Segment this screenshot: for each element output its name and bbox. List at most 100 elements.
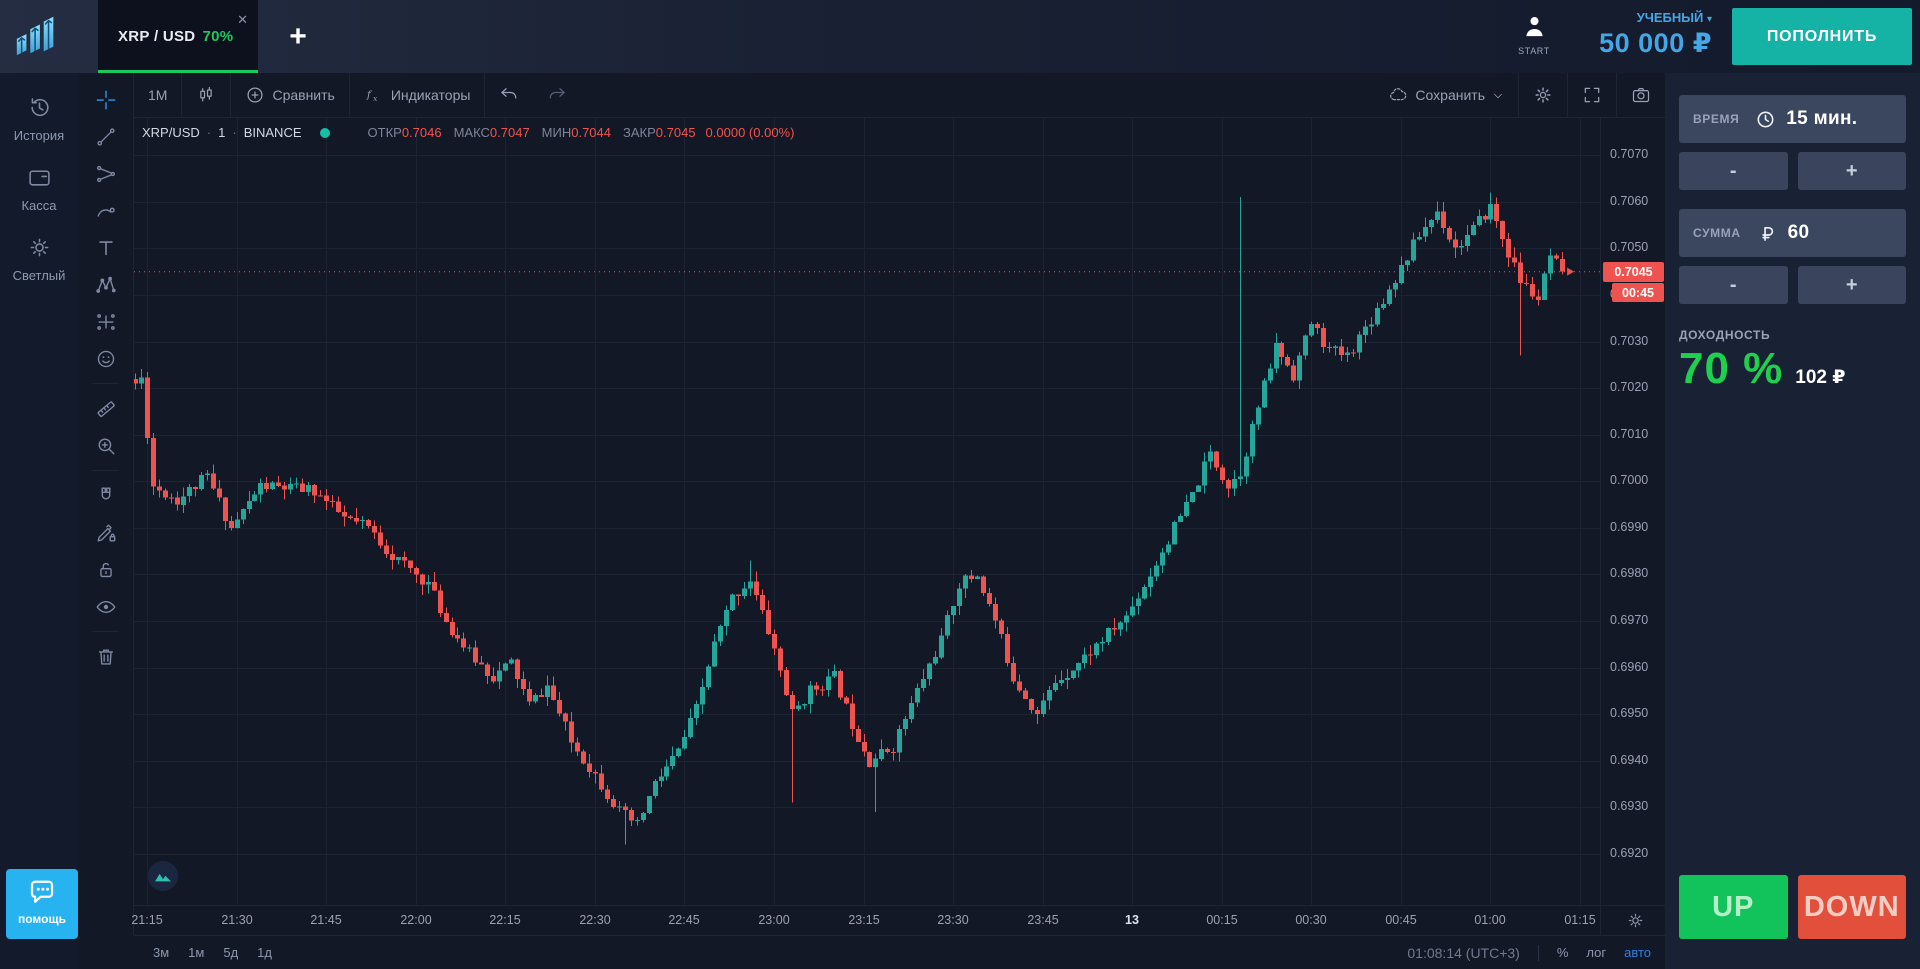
range-5d-button[interactable]: 5д bbox=[223, 945, 238, 960]
time-tick-label: 22:00 bbox=[400, 913, 431, 927]
snapshot-button[interactable] bbox=[1617, 73, 1665, 118]
brush-icon bbox=[95, 200, 117, 222]
watermark-button[interactable] bbox=[148, 861, 178, 891]
tool-draw-mode[interactable] bbox=[78, 514, 134, 551]
down-button[interactable]: DOWN bbox=[1798, 875, 1907, 939]
payout-percent: 70 % bbox=[1679, 347, 1783, 391]
amount-field-value: 60 bbox=[1788, 222, 1810, 244]
legend-separator: · bbox=[207, 125, 211, 140]
tool-eye[interactable] bbox=[78, 588, 134, 625]
tool-magnet[interactable] bbox=[78, 477, 134, 514]
amount-plus-button[interactable]: + bbox=[1798, 266, 1907, 304]
price-tick-label: 0.7030 bbox=[1610, 334, 1648, 348]
amount-stepper: - + bbox=[1679, 266, 1906, 304]
chart-type-button[interactable] bbox=[182, 73, 230, 118]
price-axis[interactable]: 0.7045 00:45 0.70700.70600.70500.70400.7… bbox=[1600, 118, 1665, 905]
price-tick-label: 0.7050 bbox=[1610, 240, 1648, 254]
time-minus-button[interactable]: - bbox=[1679, 152, 1788, 190]
sidebar-item-theme[interactable]: Светлый bbox=[0, 235, 78, 283]
tool-zoom-in[interactable] bbox=[78, 427, 134, 464]
emoji-icon bbox=[95, 348, 117, 370]
sidebar-item-history[interactable]: История bbox=[0, 95, 78, 143]
legend-exchange: BINANCE bbox=[244, 125, 302, 140]
ruler-icon bbox=[95, 398, 117, 420]
chevron-down-icon: ▾ bbox=[1707, 14, 1712, 25]
forecast-icon bbox=[95, 311, 117, 333]
tool-xabcd-pattern[interactable] bbox=[78, 266, 134, 303]
range-1d-button[interactable]: 1д bbox=[257, 945, 272, 960]
axis-settings-button[interactable] bbox=[1626, 911, 1645, 930]
app-logo[interactable] bbox=[12, 11, 62, 61]
time-tick-label: 23:00 bbox=[758, 913, 789, 927]
undo-button[interactable] bbox=[485, 73, 533, 118]
ruble-icon bbox=[1757, 223, 1778, 244]
tool-text[interactable] bbox=[78, 229, 134, 266]
history-icon bbox=[27, 95, 52, 120]
plus-circle-icon bbox=[245, 85, 265, 105]
fullscreen-button[interactable] bbox=[1568, 73, 1616, 118]
percent-scale-button[interactable]: % bbox=[1557, 945, 1569, 960]
tool-lock[interactable] bbox=[78, 551, 134, 588]
time-tick-label: 00:30 bbox=[1295, 913, 1326, 927]
svg-text:x: x bbox=[373, 94, 378, 103]
up-button[interactable]: UP bbox=[1679, 875, 1788, 939]
sidebar-item-label: История bbox=[0, 128, 78, 143]
legend-separator: · bbox=[232, 125, 236, 140]
close-label: ЗАКР bbox=[623, 125, 656, 140]
trash-icon bbox=[95, 646, 117, 668]
time-axis[interactable]: 21:1521:3021:4522:0022:1522:3022:4523:00… bbox=[134, 905, 1665, 935]
tool-ruler[interactable] bbox=[78, 390, 134, 427]
auto-scale-button[interactable]: авто bbox=[1624, 945, 1651, 960]
connection-status-dot bbox=[320, 128, 330, 138]
sidebar-item-cashier[interactable]: Касса bbox=[0, 165, 78, 213]
candlestick-plot[interactable] bbox=[134, 118, 1600, 905]
high-value: 0.7047 bbox=[490, 125, 530, 140]
account-switcher[interactable]: УЧЕБНЫЙ ▾ 50 000 ₽ bbox=[1562, 10, 1712, 59]
range-1m-button[interactable]: 1м bbox=[188, 945, 204, 960]
amount-minus-button[interactable]: - bbox=[1679, 266, 1788, 304]
time-stepper: - + bbox=[1679, 152, 1906, 190]
cloud-icon bbox=[1388, 85, 1408, 105]
tab-symbol: XRP / USD bbox=[118, 28, 195, 45]
text-icon bbox=[95, 237, 117, 259]
interval-button[interactable]: 1М bbox=[134, 73, 181, 118]
tool-trend-line[interactable] bbox=[78, 118, 134, 155]
amount-field-label: СУММА bbox=[1693, 226, 1741, 240]
tab-xrp-usd[interactable]: XRP / USD 70% ✕ bbox=[98, 0, 258, 73]
time-tick-label: 01:15 bbox=[1564, 913, 1595, 927]
tool-brush[interactable] bbox=[78, 192, 134, 229]
deposit-button[interactable]: ПОПОЛНИТЬ bbox=[1732, 8, 1912, 65]
help-button[interactable]: помощь bbox=[6, 869, 78, 939]
price-tick-label: 0.7070 bbox=[1610, 147, 1648, 161]
save-layout-button[interactable]: Сохранить bbox=[1374, 73, 1518, 118]
tool-crosshair[interactable] bbox=[78, 81, 134, 118]
sidebar-item-label: Касса bbox=[0, 198, 78, 213]
tool-forecast[interactable] bbox=[78, 303, 134, 340]
user-menu-button[interactable]: START bbox=[1510, 13, 1558, 56]
indicators-button[interactable]: fx Индикаторы bbox=[350, 73, 485, 118]
chart-settings-button[interactable] bbox=[1519, 73, 1567, 118]
tool-pitchfork[interactable] bbox=[78, 155, 134, 192]
amount-field[interactable]: СУММА 60 bbox=[1679, 209, 1906, 257]
redo-button[interactable] bbox=[533, 73, 581, 118]
range-3m-button[interactable]: 3м bbox=[153, 945, 169, 960]
time-tick-label: 23:45 bbox=[1027, 913, 1058, 927]
tool-trash[interactable] bbox=[78, 638, 134, 675]
time-tick-label: 22:15 bbox=[489, 913, 520, 927]
account-type-label: УЧЕБНЫЙ bbox=[1637, 10, 1704, 25]
interval-label: 1М bbox=[148, 87, 167, 103]
time-tick-label: 01:00 bbox=[1474, 913, 1505, 927]
price-tick-label: 0.6950 bbox=[1610, 706, 1648, 720]
legend-ohlc: ОТКР 0.7046 МАКС 0.7047 МИН 0.7044 ЗАКР … bbox=[356, 125, 795, 140]
add-tab-button[interactable]: + bbox=[276, 0, 320, 73]
tool-emoji[interactable] bbox=[78, 340, 134, 377]
compare-button[interactable]: Сравнить bbox=[231, 73, 348, 118]
price-tick-label: 0.6940 bbox=[1610, 753, 1648, 767]
log-scale-button[interactable]: лог bbox=[1586, 945, 1606, 960]
time-field[interactable]: ВРЕМЯ 15 мин. bbox=[1679, 95, 1906, 143]
toolbar-separator bbox=[92, 470, 119, 471]
close-icon[interactable]: ✕ bbox=[237, 12, 248, 28]
help-label: помощь bbox=[6, 912, 78, 926]
clock-utc[interactable]: 01:08:14 (UTC+3) bbox=[1407, 945, 1519, 961]
time-plus-button[interactable]: + bbox=[1798, 152, 1907, 190]
